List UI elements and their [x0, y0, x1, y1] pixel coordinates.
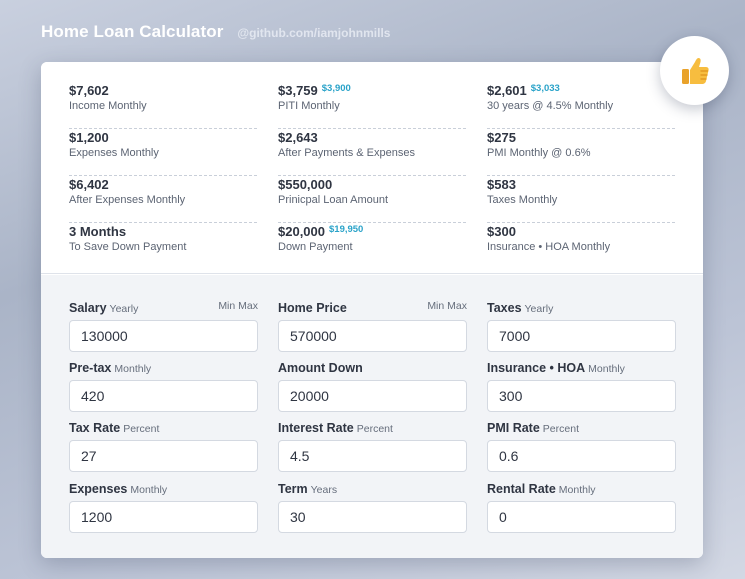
divider — [278, 128, 466, 129]
field-unit: Percent — [542, 423, 579, 435]
stat-value: $1,200 — [69, 130, 109, 145]
stat-alt-value: $19,950 — [329, 224, 364, 235]
stat-value: $3,759 $3,900 — [278, 83, 351, 98]
divider — [278, 175, 466, 176]
field-label: Interest Rate — [278, 421, 354, 435]
stat-insurance-hoa: $300 Insurance • HOA Monthly — [487, 224, 675, 270]
field-label: Salary — [69, 301, 107, 315]
field-unit: Yearly — [109, 303, 139, 315]
stat-principal-loan: $550,000 Prinicpal Loan Amount — [278, 177, 466, 223]
stat-after-expenses: $6,402 After Expenses Monthly — [69, 177, 257, 223]
pmi-rate-input[interactable] — [487, 440, 676, 472]
field-label: Rental Rate — [487, 482, 556, 496]
field-label: Amount Down — [278, 361, 363, 375]
home-price-input[interactable] — [278, 320, 467, 352]
divider — [69, 128, 257, 129]
field-label: Taxes — [487, 301, 522, 315]
divider — [69, 222, 257, 223]
interest-rate-input[interactable] — [278, 440, 467, 472]
field-unit: Monthly — [130, 484, 168, 496]
stat-down-payment: $20,000 $19,950 Down Payment — [278, 224, 466, 270]
divider — [487, 175, 675, 176]
divider — [487, 222, 675, 223]
insurance-hoa-input[interactable] — [487, 380, 676, 412]
inputs-panel: SalaryYearly Min Max Home Price Min Max … — [41, 275, 703, 558]
rental-rate-input[interactable] — [487, 501, 676, 533]
stat-label: Expenses Monthly — [69, 147, 159, 159]
stat-label: Prinicpal Loan Amount — [278, 194, 389, 206]
stat-value: $583 — [487, 177, 516, 192]
min-max-toggle[interactable]: Min Max — [427, 300, 467, 312]
stat-value: $2,601 $3,033 — [487, 83, 560, 98]
github-link[interactable]: @github.com/iamjohnmills — [237, 26, 390, 40]
salary-input[interactable] — [69, 320, 258, 352]
stat-mortgage-monthly: $2,601 $3,033 30 years @ 4.5% Monthly — [487, 83, 675, 129]
stat-alt-value: $3,033 — [530, 83, 560, 94]
pretax-input[interactable] — [69, 380, 258, 412]
stat-value: $2,643 — [278, 130, 318, 145]
field-unit: Monthly — [588, 363, 625, 375]
stat-label: PMI Monthly @ 0.6% — [487, 147, 591, 159]
stat-label: After Expenses Monthly — [69, 194, 186, 206]
taxes-input[interactable] — [487, 320, 676, 352]
thumbs-up-button[interactable] — [660, 36, 729, 105]
field-label: Pre-tax — [69, 361, 112, 375]
field-label: Tax Rate — [69, 421, 121, 435]
field-unit: Percent — [123, 423, 160, 435]
field-unit: Yearly — [524, 303, 554, 315]
summary-panel: $7,602 Income Monthly $1,200 Expenses Mo… — [41, 62, 703, 274]
calculator-card: $7,602 Income Monthly $1,200 Expenses Mo… — [41, 62, 703, 558]
stat-label: PITI Monthly — [278, 100, 340, 112]
stat-value: $550,000 — [278, 177, 333, 192]
stat-value: $6,402 — [69, 177, 109, 192]
app-title: Home Loan Calculator — [41, 22, 224, 41]
stat-label: Insurance • HOA Monthly — [487, 241, 611, 253]
field-label: Expenses — [69, 482, 128, 496]
field-label: Term — [278, 482, 308, 496]
divider — [487, 128, 675, 129]
field-label: PMI Rate — [487, 421, 540, 435]
stat-label: Income Monthly — [69, 100, 147, 112]
field-label: Home Price — [278, 301, 347, 315]
stat-expenses-monthly: $1,200 Expenses Monthly — [69, 130, 257, 176]
stat-value: 3 Months — [69, 224, 127, 239]
field-unit: Years — [310, 484, 338, 496]
stat-value: $300 — [487, 224, 516, 239]
stat-pmi-monthly: $275 PMI Monthly @ 0.6% — [487, 130, 675, 176]
stat-income-monthly: $7,602 Income Monthly — [69, 83, 257, 129]
amount-down-input[interactable] — [278, 380, 467, 412]
stat-value: $275 — [487, 130, 516, 145]
field-label: Insurance • HOA — [487, 361, 586, 375]
stat-taxes-monthly: $583 Taxes Monthly — [487, 177, 675, 223]
divider — [69, 175, 257, 176]
stat-value: $20,000 $19,950 — [278, 224, 364, 239]
expenses-input[interactable] — [69, 501, 258, 533]
header: Home Loan Calculator @github.com/iamjohn… — [41, 22, 390, 42]
stat-label: Down Payment — [278, 241, 353, 253]
tax-rate-input[interactable] — [69, 440, 258, 472]
stat-label: After Payments & Expenses — [278, 147, 415, 159]
thumbs-up-icon — [681, 57, 709, 84]
stat-label: To Save Down Payment — [69, 241, 187, 253]
stat-save-down-payment: 3 Months To Save Down Payment — [69, 224, 257, 270]
term-input[interactable] — [278, 501, 467, 533]
divider — [278, 222, 466, 223]
stat-alt-value: $3,900 — [321, 83, 351, 94]
field-unit: Monthly — [558, 484, 596, 496]
min-max-toggle[interactable]: Min Max — [218, 300, 258, 312]
stat-label: Taxes Monthly — [487, 194, 558, 206]
stat-value: $7,602 — [69, 83, 109, 98]
stat-after-payments: $2,643 After Payments & Expenses — [278, 130, 466, 176]
stat-label: 30 years @ 4.5% Monthly — [487, 100, 614, 112]
field-unit: Monthly — [114, 363, 152, 375]
field-unit: Percent — [356, 423, 393, 435]
stat-piti-monthly: $3,759 $3,900 PITI Monthly — [278, 83, 466, 129]
